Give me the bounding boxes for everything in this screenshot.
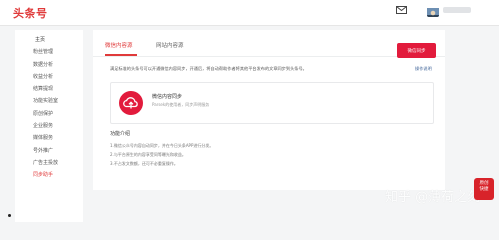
card-title: 微信内容同步 (152, 94, 183, 100)
sidebar-item-media[interactable]: 媒体服务 (15, 132, 83, 144)
app-logo[interactable]: 头条号 (13, 5, 48, 21)
card-subtitle: Parsek的使用者，同步声明服务 (152, 102, 210, 107)
tab-bar: 微信内容源 网站内容源 (93, 30, 445, 57)
intro-line: 2.与平台原生的内容享受同等曝光和收益。 (110, 152, 186, 157)
bullet-dot (8, 214, 11, 217)
intro-line: 1.微信公众号内容自动同步，并在今日头条APP进行分发。 (110, 143, 214, 148)
username-placeholder[interactable] (443, 7, 471, 13)
active-tab-indicator (105, 54, 137, 56)
main-panel: 微信内容源 网站内容源 满足标准的头条号可以开通微信内容同步，开通后，将自动帮助… (93, 30, 445, 190)
sidebar-item-withdraw[interactable]: 结算提现 (15, 83, 83, 95)
watermark: 知乎 @薄荷之刻 (385, 190, 481, 205)
sidebar-item-fans[interactable]: 粉丝管理 (15, 46, 83, 58)
tab-website-source[interactable]: 网站内容源 (156, 41, 184, 49)
help-link[interactable]: 操作说明 (415, 66, 432, 72)
top-bar: 头条号 (0, 0, 499, 26)
sidebar-item-enterprise[interactable]: 企业服务 (15, 120, 83, 132)
intro-line: 3.不占发文数额，还可不必重复操作。 (110, 161, 178, 166)
sync-description: 满足标准的头条号可以开通微信内容同步，开通后，将自动帮助作者将其他平台发布的文章… (110, 66, 307, 71)
sidebar-item-sync-assistant[interactable]: 同步助手 (15, 169, 83, 181)
sidebar: 主页 粉丝管理 数据分析 收益分析 结算提现 功能实验室 原创保护 企业服务 媒… (15, 30, 83, 222)
wechat-sync-card: 微信内容同步 Parsek的使用者，同步声明服务 (110, 82, 434, 124)
intro-title: 功能介绍 (110, 131, 131, 137)
sidebar-item-advertiser[interactable]: 广告主投放 (15, 157, 83, 169)
sidebar-item-data-analysis[interactable]: 数据分析 (15, 59, 83, 71)
sidebar-item-home[interactable]: 主页 (15, 34, 83, 46)
badge-line: 快捷 (479, 187, 489, 192)
mail-icon[interactable] (396, 6, 407, 14)
tab-wechat-source[interactable]: 微信内容源 (105, 41, 133, 49)
wechat-sync-button[interactable]: 微信同步 (397, 43, 436, 58)
cloud-sync-icon (119, 91, 143, 115)
float-badge[interactable]: 原创 快捷 (474, 178, 494, 200)
sidebar-item-lab[interactable]: 功能实验室 (15, 95, 83, 107)
avatar[interactable] (427, 5, 439, 17)
sidebar-item-original-protection[interactable]: 原创保护 (15, 108, 83, 120)
sidebar-item-promotion[interactable]: 号外推广 (15, 145, 83, 157)
sidebar-item-income-analysis[interactable]: 收益分析 (15, 71, 83, 83)
